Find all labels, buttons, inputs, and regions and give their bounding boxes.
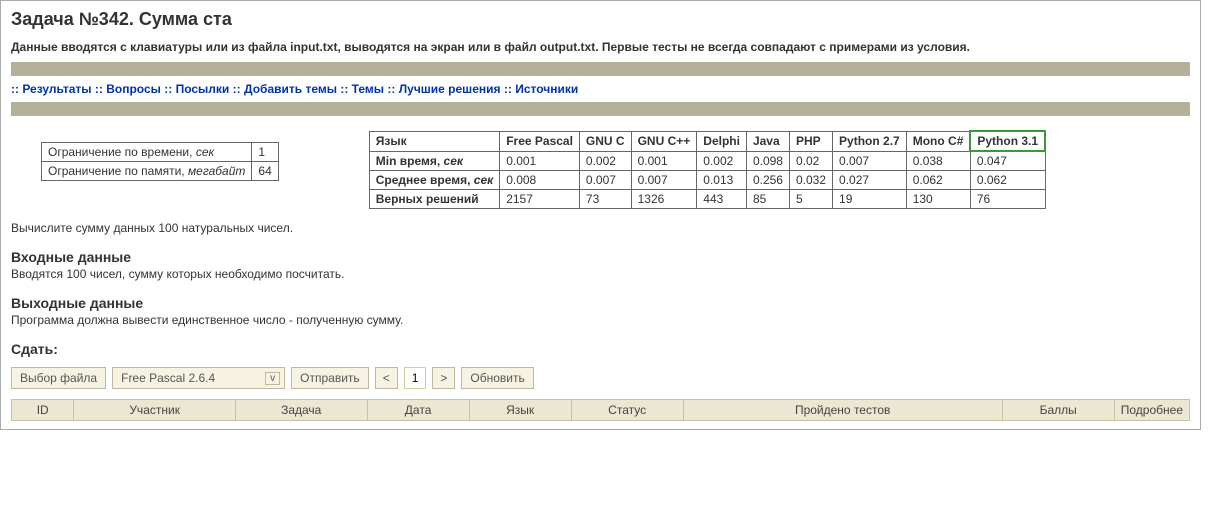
lang-avg-cell: 0.032 bbox=[789, 171, 832, 190]
nav-sep: :: bbox=[504, 82, 512, 96]
nav-add-topics[interactable]: Добавить темы bbox=[244, 82, 337, 96]
pager-prev-button[interactable]: < bbox=[375, 367, 398, 389]
lang-correct-cell: 2157 bbox=[500, 190, 580, 209]
limit-time-value: 1 bbox=[252, 143, 278, 162]
lang-avg-cell: 0.007 bbox=[631, 171, 697, 190]
lang-min-cell: 0.02 bbox=[789, 151, 832, 171]
nav-sources[interactable]: Источники bbox=[515, 82, 578, 96]
lang-avg-cell: 0.007 bbox=[579, 171, 631, 190]
submit-heading: Сдать: bbox=[11, 341, 1190, 357]
lang-min-cell: 0.038 bbox=[906, 151, 970, 171]
nav-links: :: Результаты :: Вопросы :: Посылки :: Д… bbox=[11, 82, 1190, 96]
lang-correct-cell: 73 bbox=[579, 190, 631, 209]
input-description: Вводятся 100 чисел, сумму которых необхо… bbox=[11, 267, 1190, 281]
divider-bar bbox=[11, 102, 1190, 116]
limits-table: Ограничение по времени, сек 1 Ограничени… bbox=[41, 142, 279, 181]
output-description: Программа должна вывести единственное чи… bbox=[11, 313, 1190, 327]
lang-min-cell: 0.001 bbox=[631, 151, 697, 171]
page-subtitle: Данные вводятся с клавиатуры или из файл… bbox=[11, 40, 1190, 54]
col-task: Задача bbox=[235, 400, 367, 421]
lang-col-header: Java bbox=[746, 131, 789, 151]
lang-correct-cell: 130 bbox=[906, 190, 970, 209]
language-stats-table: Язык Free PascalGNU CGNU C++DelphiJavaPH… bbox=[369, 130, 1046, 209]
lang-correct-cell: 85 bbox=[746, 190, 789, 209]
col-language: Язык bbox=[469, 400, 571, 421]
nav-best-solutions[interactable]: Лучшие решения bbox=[399, 82, 501, 96]
limit-memory-value: 64 bbox=[252, 162, 278, 181]
lang-col-header: Python 2.7 bbox=[833, 131, 907, 151]
col-score: Баллы bbox=[1002, 400, 1114, 421]
pager-current: 1 bbox=[404, 367, 427, 389]
col-details: Подробнее bbox=[1114, 400, 1189, 421]
submissions-table: ID Участник Задача Дата Язык Статус Прой… bbox=[11, 399, 1190, 421]
lang-correct-cell: 443 bbox=[697, 190, 747, 209]
col-status: Статус bbox=[571, 400, 683, 421]
lang-avg-cell: 0.013 bbox=[697, 171, 747, 190]
lang-correct-cell: 76 bbox=[970, 190, 1045, 209]
problem-statement: Вычислите сумму данных 100 натуральных ч… bbox=[11, 221, 1190, 235]
nav-sep: :: bbox=[95, 82, 103, 96]
compiler-selected: Free Pascal 2.6.4 bbox=[121, 371, 215, 385]
row-header-correct: Верных решений bbox=[369, 190, 499, 209]
lang-correct-cell: 19 bbox=[833, 190, 907, 209]
submit-controls: Выбор файла Free Pascal 2.6.4 v Отправит… bbox=[11, 367, 1190, 389]
main-container: Задача №342. Сумма ста Данные вводятся с… bbox=[0, 0, 1201, 430]
lang-stats-avg-row: Среднее время, сек 0.0080.0070.0070.0130… bbox=[369, 171, 1045, 190]
lang-col-header: PHP bbox=[789, 131, 832, 151]
lang-stats-correct-row: Верных решений 21577313264438551913076 bbox=[369, 190, 1045, 209]
lang-correct-cell: 1326 bbox=[631, 190, 697, 209]
choose-file-button[interactable]: Выбор файла bbox=[11, 367, 106, 389]
lang-col-header: GNU C++ bbox=[631, 131, 697, 151]
stats-row: Ограничение по времени, сек 1 Ограничени… bbox=[11, 130, 1190, 209]
lang-avg-cell: 0.256 bbox=[746, 171, 789, 190]
lang-correct-cell: 5 bbox=[789, 190, 832, 209]
limit-time-label: Ограничение по времени, сек bbox=[42, 143, 252, 162]
lang-min-cell: 0.007 bbox=[833, 151, 907, 171]
lang-min-cell: 0.002 bbox=[697, 151, 747, 171]
nav-questions[interactable]: Вопросы bbox=[106, 82, 161, 96]
send-button[interactable]: Отправить bbox=[291, 367, 369, 389]
lang-min-cell: 0.098 bbox=[746, 151, 789, 171]
lang-col-header: GNU C bbox=[579, 131, 631, 151]
nav-submissions[interactable]: Посылки bbox=[176, 82, 230, 96]
col-tests-passed: Пройдено тестов bbox=[683, 400, 1002, 421]
row-header-avg: Среднее время, сек bbox=[369, 171, 499, 190]
output-heading: Выходные данные bbox=[11, 295, 1190, 311]
lang-avg-cell: 0.062 bbox=[970, 171, 1045, 190]
refresh-button[interactable]: Обновить bbox=[461, 367, 533, 389]
lang-stats-min-row: Min время, сек 0.0010.0020.0010.0020.098… bbox=[369, 151, 1045, 171]
nav-sep: :: bbox=[233, 82, 241, 96]
page-title: Задача №342. Сумма ста bbox=[11, 9, 1190, 30]
nav-results[interactable]: Результаты bbox=[22, 82, 91, 96]
lang-col-header: Delphi bbox=[697, 131, 747, 151]
nav-topics[interactable]: Темы bbox=[352, 82, 384, 96]
lang-col-header: Python 3.1 bbox=[970, 131, 1045, 151]
limit-memory-label: Ограничение по памяти, мегабайт bbox=[42, 162, 252, 181]
lang-min-cell: 0.047 bbox=[970, 151, 1045, 171]
lang-avg-cell: 0.062 bbox=[906, 171, 970, 190]
col-header-language: Язык bbox=[369, 131, 499, 151]
col-date: Дата bbox=[367, 400, 469, 421]
lang-avg-cell: 0.008 bbox=[500, 171, 580, 190]
pager-next-button[interactable]: > bbox=[432, 367, 455, 389]
compiler-select[interactable]: Free Pascal 2.6.4 v bbox=[112, 367, 285, 389]
lang-stats-header-row: Язык Free PascalGNU CGNU C++DelphiJavaPH… bbox=[369, 131, 1045, 151]
nav-sep: :: bbox=[11, 82, 19, 96]
row-header-min: Min время, сек bbox=[369, 151, 499, 171]
chevron-down-icon: v bbox=[265, 372, 280, 385]
nav-sep: :: bbox=[340, 82, 348, 96]
lang-col-header: Free Pascal bbox=[500, 131, 580, 151]
col-participant: Участник bbox=[74, 400, 235, 421]
lang-col-header: Mono C# bbox=[906, 131, 970, 151]
input-heading: Входные данные bbox=[11, 249, 1190, 265]
col-id: ID bbox=[12, 400, 74, 421]
nav-sep: :: bbox=[164, 82, 172, 96]
lang-avg-cell: 0.027 bbox=[833, 171, 907, 190]
nav-sep: :: bbox=[387, 82, 395, 96]
lang-min-cell: 0.001 bbox=[500, 151, 580, 171]
divider-bar bbox=[11, 62, 1190, 76]
lang-min-cell: 0.002 bbox=[579, 151, 631, 171]
